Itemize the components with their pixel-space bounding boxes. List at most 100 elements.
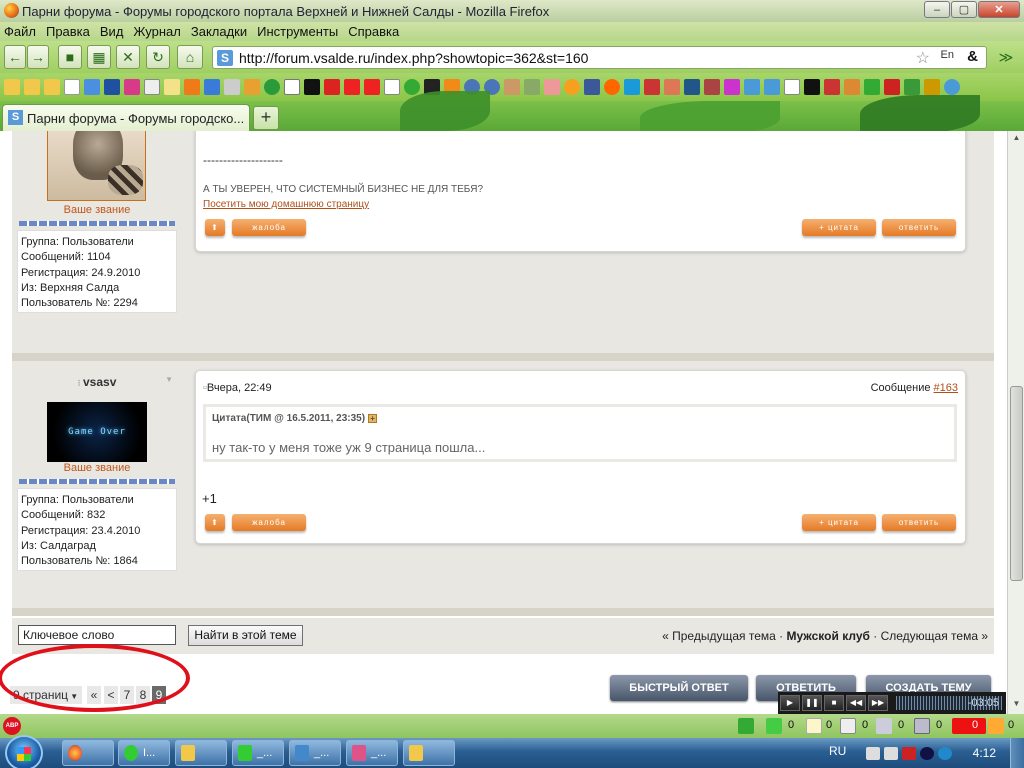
taskbar-firefox[interactable] [62,740,114,766]
bookmark-page-icon[interactable] [384,79,400,95]
post-permalink[interactable]: #163 [934,382,958,394]
bookmark-icon[interactable] [664,79,680,95]
bookmark-youtube-icon[interactable] [344,79,360,95]
reply-button[interactable]: ответить [882,514,956,531]
bookmark-e1-icon[interactable] [324,79,340,95]
download-icon[interactable] [738,718,754,734]
quote-button[interactable]: + цитата [802,219,876,236]
bookmark-google-icon[interactable] [84,79,100,95]
bookmark-globe-icon[interactable] [944,79,960,95]
bookmark-crown-icon[interactable] [924,79,940,95]
bookmark-cursor-icon[interactable] [104,79,120,95]
stop-icon[interactable]: ■ [824,695,844,711]
trash-icon[interactable] [988,718,1004,734]
bookmark-icon[interactable] [504,79,520,95]
expand-quote-icon[interactable]: + [368,413,378,423]
menu-tools[interactable]: Инструменты [257,24,338,39]
new-tab-button[interactable]: + [253,106,279,130]
bookmark-plus-icon[interactable] [304,79,320,95]
bookmark-icon[interactable] [884,79,900,95]
maximize-button[interactable]: ▢ [951,1,977,18]
notes-icon[interactable] [806,718,822,734]
bookmark-icon[interactable] [544,79,560,95]
menu-help[interactable]: Справка [348,24,399,39]
scrollbar-thumb[interactable] [1010,386,1023,581]
forum-link[interactable]: Мужской клуб [786,629,869,643]
bookmark-s-icon[interactable] [764,79,780,95]
close-button[interactable]: ✕ [978,1,1020,18]
bookmark-play-icon[interactable] [644,79,660,95]
bookmark-e-icon[interactable] [144,79,160,95]
bookmark-star-icon[interactable]: ☆ [916,48,930,68]
complaint-button[interactable]: жалоба [232,219,306,236]
complaint-button[interactable]: жалоба [232,514,306,531]
play-icon[interactable]: ▶ [780,695,800,711]
bookmark-facebook-icon[interactable] [584,79,600,95]
bookmark-icon[interactable] [824,79,840,95]
bookmark-icon[interactable] [844,79,860,95]
bookmark-monitor-icon[interactable] [684,79,700,95]
report-up-button[interactable]: ⬆ [205,219,225,236]
taskbar-item-4[interactable]: _... [346,740,398,766]
report-up-button[interactable]: ⬆ [205,514,225,531]
bookmark-square-icon[interactable] [284,79,300,95]
ampersand-icon[interactable]: & [967,48,978,65]
menu-file[interactable]: Файл [4,24,36,39]
menu-edit[interactable]: Правка [46,24,90,39]
url-bar[interactable]: S http://forum.vsalde.ru/index.php?showt… [212,46,987,69]
close-tab-button[interactable]: ✕ [116,45,140,69]
taskbar-item-3[interactable]: _... [289,740,341,766]
stop-button[interactable]: ■ [58,45,82,69]
bookmark-icon[interactable] [704,79,720,95]
bookmark-green-circle-icon[interactable] [264,79,280,95]
bookmark-blogger-icon[interactable] [184,79,200,95]
taskbar-folder[interactable] [175,740,227,766]
language-indicator[interactable]: RU [829,744,846,758]
bookmark-icon[interactable] [724,79,740,95]
reply-button[interactable]: ответить [882,219,956,236]
clock[interactable]: 4:12 [973,746,996,760]
bookmark-grid-icon[interactable] [124,79,140,95]
prev-topic-link[interactable]: « Предыдущая тема · [662,629,786,643]
tab-active[interactable]: S Парни форума - Форумы городско... [2,104,250,131]
language-indicator[interactable]: En [941,49,954,61]
extensions-icon[interactable]: ≫ [994,45,1018,69]
tray-shield-icon[interactable] [902,747,916,760]
next-topic-link[interactable]: · Следующая тема » [870,629,988,643]
menu-history[interactable]: Журнал [133,24,180,39]
bookmark-folder-icon[interactable] [24,79,40,95]
bookmark-page-icon[interactable] [64,79,80,95]
house-icon[interactable] [840,718,856,734]
tray-network-icon[interactable] [884,747,898,760]
bookmark-pencil-icon[interactable] [244,79,260,95]
rewind-icon[interactable]: ◀◀ [846,695,866,711]
find-in-topic-button[interactable]: Найти в этой теме [188,625,303,646]
menu-bookmarks[interactable]: Закладки [191,24,247,39]
home-grid-button[interactable]: ▦ [87,45,111,69]
home-button[interactable]: ⌂ [177,45,203,69]
quote-button[interactable]: + цитата [802,514,876,531]
bookmark-people-icon[interactable] [524,79,540,95]
people-icon[interactable] [876,718,892,734]
fast-forward-icon[interactable]: ▶▶ [868,695,888,711]
alert-counter-icon[interactable] [952,718,986,734]
bookmark-circle-icon[interactable] [204,79,220,95]
bookmark-folder-icon[interactable] [44,79,60,95]
bookmark-folder-icon[interactable] [4,79,20,95]
tray-flag-icon[interactable] [866,747,880,760]
plus-icon[interactable] [766,718,782,734]
taskbar-folder-2[interactable] [403,740,455,766]
taskbar-item-1[interactable]: I... [118,740,170,766]
tray-circle-icon[interactable] [920,747,934,760]
vertical-scrollbar[interactable]: ▲ ▼ [1007,131,1024,714]
bookmark-ms-icon[interactable] [164,79,180,95]
tray-skype-icon[interactable] [938,747,952,760]
bookmark-youtube-icon[interactable] [364,79,380,95]
forward-button[interactable]: → [27,45,49,69]
bookmark-k-icon[interactable] [804,79,820,95]
menu-view[interactable]: Вид [100,24,124,39]
show-desktop-button[interactable] [1010,738,1024,768]
bookmark-page-icon[interactable] [784,79,800,95]
minimize-button[interactable]: – [924,1,950,18]
scroll-down-icon[interactable]: ▼ [1010,699,1023,712]
